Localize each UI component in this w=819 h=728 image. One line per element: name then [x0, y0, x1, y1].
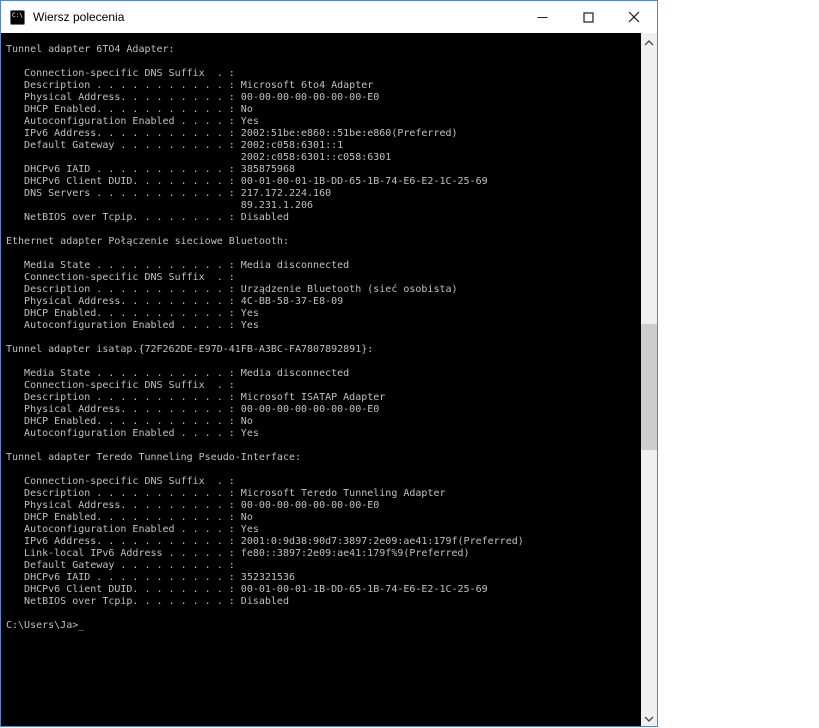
terminal-line: Default Gateway . . . . . . . . . :	[6, 560, 235, 571]
cmd-icon[interactable]: C:\	[10, 9, 25, 25]
terminal-cursor: _	[78, 620, 85, 631]
terminal-line: 89.231.1.206	[6, 200, 314, 211]
terminal-line: DHCP Enabled. . . . . . . . . . . : Yes	[6, 308, 259, 319]
scroll-down-button[interactable]	[641, 709, 657, 726]
command-prompt-window: C:\ Wiersz polecenia Tunnel adapter 6TO4…	[0, 0, 658, 727]
terminal-line: 2002:c058:6301::c058:6301	[6, 152, 392, 163]
window-body: Tunnel adapter 6TO4 Adapter: Connection-…	[1, 33, 657, 726]
terminal-line: IPv6 Address. . . . . . . . . . . : 2002…	[6, 128, 458, 139]
terminal-line: DHCPv6 IAID . . . . . . . . . . . : 3523…	[6, 572, 295, 583]
terminal-line: Tunnel adapter isatap.{72F262DE-E97D-41F…	[6, 344, 374, 355]
terminal-line: Default Gateway . . . . . . . . . : 2002…	[6, 140, 344, 151]
maximize-button[interactable]	[565, 1, 611, 33]
prompt-text: C:\Users\Ja>	[6, 620, 79, 631]
terminal-line: Connection-specific DNS Suffix . :	[6, 68, 235, 79]
terminal-line: DHCPv6 Client DUID. . . . . . . . : 00-0…	[6, 584, 488, 595]
window-controls	[519, 1, 657, 33]
terminal-line: Autoconfiguration Enabled . . . . : Yes	[6, 428, 259, 439]
terminal-line: Tunnel adapter Teredo Tunneling Pseudo-I…	[6, 452, 302, 463]
terminal-line: Autoconfiguration Enabled . . . . : Yes	[6, 320, 259, 331]
prompt-line: C:\Users\Ja>_	[6, 620, 641, 632]
terminal-line: Description . . . . . . . . . . . : Micr…	[6, 80, 374, 91]
terminal-line: Connection-specific DNS Suffix . :	[6, 476, 235, 487]
scrollbar-thumb[interactable]	[641, 324, 657, 450]
terminal-line: Ethernet adapter Połączenie sieciowe Blu…	[6, 236, 289, 247]
terminal-text: Tunnel adapter 6TO4 Adapter: Connection-…	[1, 33, 641, 632]
terminal-line: Media State . . . . . . . . . . . : Medi…	[6, 368, 350, 379]
chevron-up-icon	[644, 34, 654, 49]
terminal-line: Physical Address. . . . . . . . . : 00-0…	[6, 404, 380, 415]
terminal-line: Description . . . . . . . . . . . : Urzą…	[6, 284, 458, 295]
terminal-line: Autoconfiguration Enabled . . . . : Yes	[6, 116, 259, 127]
terminal-line: Tunnel adapter 6TO4 Adapter:	[6, 44, 175, 55]
terminal-line: NetBIOS over Tcpip. . . . . . . . : Disa…	[6, 596, 289, 607]
terminal-line: Physical Address. . . . . . . . . : 4C-B…	[6, 296, 344, 307]
terminal-line: DHCP Enabled. . . . . . . . . . . : No	[6, 104, 253, 115]
terminal-line: DHCP Enabled. . . . . . . . . . . : No	[6, 416, 253, 427]
terminal-line: Autoconfiguration Enabled . . . . : Yes	[6, 524, 259, 535]
chevron-down-icon	[644, 710, 654, 725]
terminal-line: Physical Address. . . . . . . . . : 00-0…	[6, 92, 380, 103]
terminal-line: DHCPv6 IAID . . . . . . . . . . . : 3858…	[6, 164, 295, 175]
terminal-line: Connection-specific DNS Suffix . :	[6, 272, 235, 283]
close-icon	[628, 11, 640, 23]
terminal-line: DHCPv6 Client DUID. . . . . . . . : 00-0…	[6, 176, 488, 187]
terminal-line: Physical Address. . . . . . . . . : 00-0…	[6, 500, 380, 511]
minimize-icon	[537, 12, 548, 23]
close-button[interactable]	[611, 1, 657, 33]
terminal-line: DNS Servers . . . . . . . . . . . : 217.…	[6, 188, 332, 199]
terminal-screen[interactable]: Tunnel adapter 6TO4 Adapter: Connection-…	[1, 33, 641, 726]
maximize-icon	[582, 11, 594, 23]
terminal-line: Connection-specific DNS Suffix . :	[6, 380, 235, 391]
terminal-line: Description . . . . . . . . . . . : Micr…	[6, 392, 386, 403]
window-title: Wiersz polecenia	[33, 10, 125, 24]
terminal-line: NetBIOS over Tcpip. . . . . . . . : Disa…	[6, 212, 289, 223]
terminal-line: Link-local IPv6 Address . . . . . : fe80…	[6, 548, 470, 559]
terminal-line: Media State . . . . . . . . . . . : Medi…	[6, 260, 350, 271]
terminal-line: Description . . . . . . . . . . . : Micr…	[6, 488, 446, 499]
minimize-button[interactable]	[519, 1, 565, 33]
vertical-scrollbar[interactable]	[641, 33, 657, 726]
scroll-up-button[interactable]	[641, 33, 657, 50]
terminal-output: Tunnel adapter 6TO4 Adapter: Connection-…	[6, 44, 641, 620]
title-bar[interactable]: C:\ Wiersz polecenia	[1, 1, 657, 33]
terminal-line: IPv6 Address. . . . . . . . . . . : 2001…	[6, 536, 524, 547]
terminal-line: DHCP Enabled. . . . . . . . . . . : No	[6, 512, 253, 523]
